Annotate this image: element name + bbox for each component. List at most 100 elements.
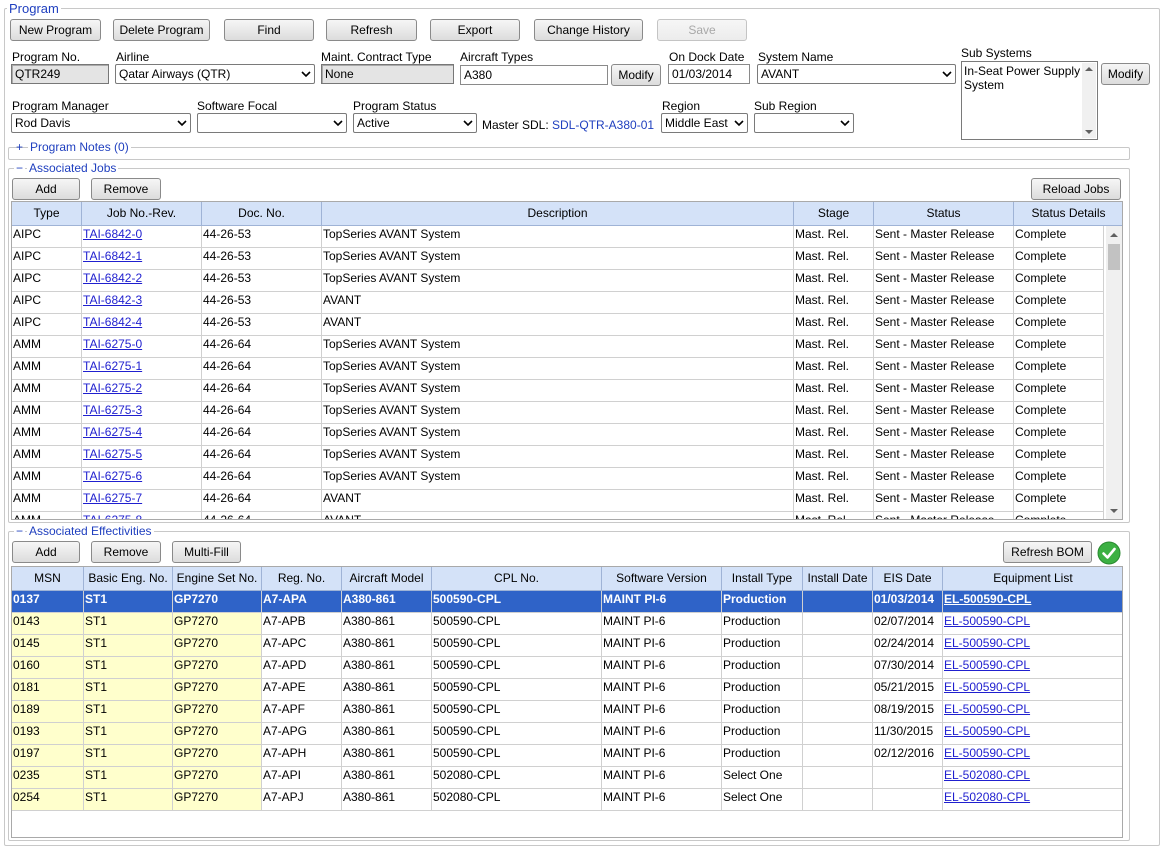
program-status-select[interactable]: Active bbox=[353, 113, 477, 133]
effectivities-table-row[interactable]: 0145 ST1 GP7270 A7-APC A380-861 500590-CPL MAI… bbox=[12, 635, 1122, 657]
effectivities-column-header[interactable]: Equipment List bbox=[943, 567, 1122, 591]
system-name-select[interactable]: AVANT bbox=[757, 64, 956, 84]
jobs-remove-button[interactable]: Remove bbox=[91, 178, 161, 200]
jobs-collapse-toggle[interactable]: − bbox=[14, 161, 26, 175]
effectivities-table-row[interactable]: 0181 ST1 GP7270 A7-APE A380-861 500590-CPL MAI… bbox=[12, 679, 1122, 701]
jobs-column-header[interactable]: Job No.-Rev. bbox=[82, 202, 202, 226]
master-sdl-link[interactable]: SDL-QTR-A380-01 bbox=[552, 118, 654, 132]
effectivities-column-header[interactable]: MSN bbox=[12, 567, 84, 591]
job-number-link[interactable]: TAI-6842-4 bbox=[82, 314, 202, 335]
program-notes-label[interactable]: Program Notes (0) bbox=[28, 140, 131, 154]
region-select[interactable]: Middle East bbox=[661, 113, 748, 133]
job-number-link[interactable]: TAI-6275-0 bbox=[82, 336, 202, 357]
sub-systems-modify-button[interactable]: Modify bbox=[1101, 63, 1150, 85]
job-number-link[interactable]: TAI-6842-1 bbox=[82, 248, 202, 269]
jobs-table-row[interactable]: AIPC TAI-6842-1 44-26-53 TopSeries AVANT Sy… bbox=[12, 248, 1104, 270]
effectivities-column-header[interactable]: Install Type bbox=[722, 567, 803, 591]
effectivities-table-row[interactable]: 0143 ST1 GP7270 A7-APB A380-861 500590-CPL MAI… bbox=[12, 613, 1122, 635]
jobs-table-row[interactable]: AMM TAI-6275-2 44-26-64 TopSeries AVANT Sys… bbox=[12, 380, 1104, 402]
jobs-column-header[interactable]: Description bbox=[322, 202, 794, 226]
jobs-table-row[interactable]: AMM TAI-6275-7 44-26-64 AVANT Mast. Rel. Sent… bbox=[12, 490, 1104, 512]
jobs-add-button[interactable]: Add bbox=[12, 178, 80, 200]
jobs-column-header[interactable]: Status bbox=[874, 202, 1014, 226]
effectivities-table-row[interactable]: 0193 ST1 GP7270 A7-APG A380-861 500590-CPL MAI… bbox=[12, 723, 1122, 745]
program-manager-select[interactable]: Rod Davis bbox=[11, 113, 191, 133]
equipment-list-link[interactable]: EL-500590-CPL bbox=[943, 657, 1122, 678]
jobs-table-row[interactable]: AMM TAI-6275-3 44-26-64 TopSeries AVANT Sys… bbox=[12, 402, 1104, 424]
effectivities-column-header[interactable]: CPL No. bbox=[432, 567, 602, 591]
effectivities-table-row[interactable]: 0137 ST1 GP7270 A7-APA A380-861 500590-CPL MAI… bbox=[12, 591, 1122, 613]
multi-fill-button[interactable]: Multi-Fill bbox=[172, 541, 241, 563]
job-number-link[interactable]: TAI-6842-2 bbox=[82, 270, 202, 291]
equipment-list-link[interactable]: EL-500590-CPL bbox=[943, 635, 1122, 656]
equipment-list-link[interactable]: EL-500590-CPL bbox=[943, 679, 1122, 700]
refresh-bom-button[interactable]: Refresh BOM bbox=[1003, 541, 1092, 563]
jobs-table-row[interactable]: AMM TAI-6275-1 44-26-64 TopSeries AVANT Sys… bbox=[12, 358, 1104, 380]
job-number-link[interactable]: TAI-6275-5 bbox=[82, 446, 202, 467]
job-number-link[interactable]: TAI-6842-0 bbox=[82, 226, 202, 247]
job-number-link[interactable]: TAI-6275-6 bbox=[82, 468, 202, 489]
jobs-column-header[interactable]: Doc. No. bbox=[202, 202, 322, 226]
job-number-link[interactable]: TAI-6275-8 bbox=[82, 512, 202, 519]
effectivities-collapse-toggle[interactable]: − bbox=[14, 524, 26, 538]
scroll-down-icon[interactable] bbox=[1110, 509, 1118, 513]
jobs-table-row[interactable]: AMM TAI-6275-8 44-26-64 AVANT Mast. Rel. Sent… bbox=[12, 512, 1104, 519]
job-number-link[interactable]: TAI-6275-1 bbox=[82, 358, 202, 379]
sub-region-select[interactable] bbox=[754, 113, 854, 133]
reload-jobs-button[interactable]: Reload Jobs bbox=[1031, 178, 1121, 200]
equipment-list-link[interactable]: EL-500590-CPL bbox=[943, 723, 1122, 744]
equipment-list-link[interactable]: EL-500590-CPL bbox=[943, 613, 1122, 634]
jobs-table-row[interactable]: AMM TAI-6275-4 44-26-64 TopSeries AVANT Sys… bbox=[12, 424, 1104, 446]
effectivities-table-row[interactable]: 0160 ST1 GP7270 A7-APD A380-861 500590-CPL MAI… bbox=[12, 657, 1122, 679]
new-program-button[interactable]: New Program bbox=[10, 19, 101, 41]
program-notes-toggle[interactable]: + bbox=[16, 140, 23, 154]
save-button[interactable]: Save bbox=[657, 19, 747, 41]
effectivities-table-row[interactable]: 0254 ST1 GP7270 A7-APJ A380-861 502080-CPL MAI… bbox=[12, 789, 1122, 811]
airline-select[interactable]: Qatar Airways (QTR) bbox=[115, 64, 315, 84]
scroll-up-icon[interactable] bbox=[1085, 67, 1093, 71]
jobs-column-header[interactable]: Stage bbox=[794, 202, 874, 226]
scroll-up-icon[interactable] bbox=[1110, 233, 1118, 237]
equipment-list-link[interactable]: EL-502080-CPL bbox=[943, 789, 1122, 810]
jobs-scroll-thumb[interactable] bbox=[1108, 244, 1120, 270]
effectivities-column-header[interactable]: Reg. No. bbox=[262, 567, 342, 591]
jobs-table-row[interactable]: AIPC TAI-6842-4 44-26-53 AVANT Mast. Rel. Sen… bbox=[12, 314, 1104, 336]
equipment-list-link[interactable]: EL-500590-CPL bbox=[943, 745, 1122, 766]
equipment-list-link[interactable]: EL-500590-CPL bbox=[943, 591, 1122, 612]
effectivities-add-button[interactable]: Add bbox=[12, 541, 80, 563]
refresh-button[interactable]: Refresh bbox=[326, 19, 417, 41]
job-number-link[interactable]: TAI-6275-3 bbox=[82, 402, 202, 423]
effectivities-table-row[interactable]: 0189 ST1 GP7270 A7-APF A380-861 500590-CPL MAI… bbox=[12, 701, 1122, 723]
effectivities-column-header[interactable]: Basic Eng. No. bbox=[84, 567, 173, 591]
equipment-list-link[interactable]: EL-502080-CPL bbox=[943, 767, 1122, 788]
jobs-table-row[interactable]: AIPC TAI-6842-3 44-26-53 AVANT Mast. Rel. Sen… bbox=[12, 292, 1104, 314]
aircraft-types-field[interactable]: A380 bbox=[460, 65, 608, 85]
delete-program-button[interactable]: Delete Program bbox=[113, 19, 210, 41]
effectivities-column-header[interactable]: EIS Date bbox=[873, 567, 943, 591]
jobs-table-row[interactable]: AIPC TAI-6842-0 44-26-53 TopSeries AVANT Sy… bbox=[12, 226, 1104, 248]
job-number-link[interactable]: TAI-6275-2 bbox=[82, 380, 202, 401]
jobs-table-row[interactable]: AMM TAI-6275-0 44-26-64 TopSeries AVANT Sys… bbox=[12, 336, 1104, 358]
sub-systems-scrollbar[interactable] bbox=[1082, 63, 1096, 138]
sub-systems-listbox[interactable]: In-Seat Power Supply System bbox=[961, 61, 1098, 140]
effectivities-table-row[interactable]: 0235 ST1 GP7270 A7-API A380-861 502080-CPL MAI… bbox=[12, 767, 1122, 789]
jobs-table-row[interactable]: AMM TAI-6275-6 44-26-64 TopSeries AVANT Sys… bbox=[12, 468, 1104, 490]
equipment-list-link[interactable]: EL-500590-CPL bbox=[943, 701, 1122, 722]
software-focal-select[interactable] bbox=[197, 113, 347, 133]
effectivities-table-row[interactable]: 0197 ST1 GP7270 A7-APH A380-861 500590-CPL MAI… bbox=[12, 745, 1122, 767]
on-dock-date-field[interactable]: 01/03/2014 bbox=[668, 64, 750, 84]
effectivities-column-header[interactable]: Install Date bbox=[803, 567, 873, 591]
scroll-down-icon[interactable] bbox=[1085, 130, 1093, 134]
jobs-scrollbar[interactable] bbox=[1106, 226, 1122, 519]
effectivities-remove-button[interactable]: Remove bbox=[91, 541, 161, 563]
jobs-table-row[interactable]: AIPC TAI-6842-2 44-26-53 TopSeries AVANT Sy… bbox=[12, 270, 1104, 292]
job-number-link[interactable]: TAI-6275-7 bbox=[82, 490, 202, 511]
aircraft-types-modify-button[interactable]: Modify bbox=[611, 64, 661, 86]
jobs-column-header[interactable]: Status Details bbox=[1014, 202, 1122, 226]
effectivities-column-header[interactable]: Software Version bbox=[602, 567, 722, 591]
jobs-table-row[interactable]: AMM TAI-6275-5 44-26-64 TopSeries AVANT Sys… bbox=[12, 446, 1104, 468]
change-history-button[interactable]: Change History bbox=[534, 19, 643, 41]
job-number-link[interactable]: TAI-6275-4 bbox=[82, 424, 202, 445]
export-button[interactable]: Export bbox=[430, 19, 520, 41]
jobs-column-header[interactable]: Type bbox=[12, 202, 82, 226]
